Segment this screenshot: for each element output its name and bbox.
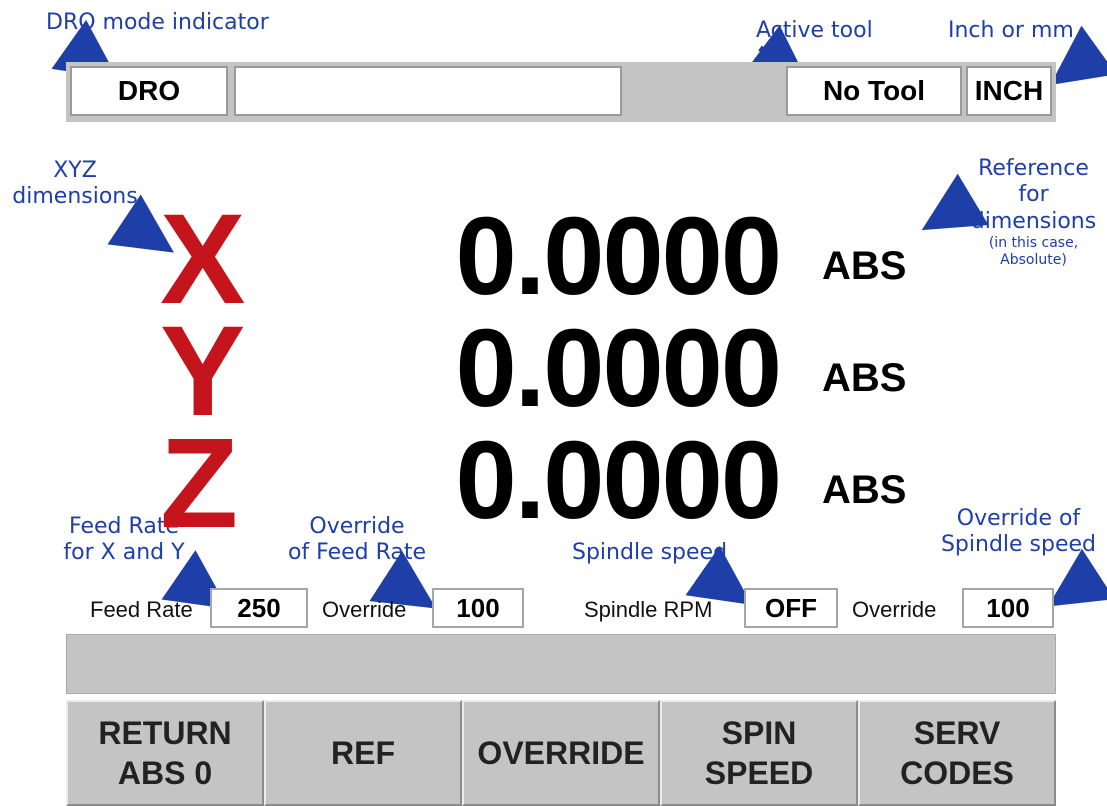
ref-button[interactable]: REF [264, 700, 462, 806]
feed-override-label: Override [322, 597, 407, 622]
axis-z-value: 0.0000 [455, 419, 782, 542]
spindle-override-label: Override [852, 597, 937, 622]
annotation-ref-note1: (in this case, [988, 235, 1079, 252]
spindle-speed-arrow [685, 545, 752, 605]
annotation-spindle-speed: Spindle speed [572, 540, 728, 565]
annotation-ref-line1: Reference [978, 156, 1089, 181]
active-tool-display: No Tool [786, 66, 962, 116]
annotation-xyz-line2: dimensions [12, 184, 138, 210]
softkey-label: SERV [913, 715, 1001, 751]
softkey-label: SPIN [721, 715, 797, 751]
feed-override-value: 100 [432, 588, 524, 628]
softkey-label: OVERRIDE [477, 735, 645, 771]
axis-x-reference: ABS [822, 244, 907, 288]
softkey-label: RETURN [98, 715, 232, 751]
annotation-override-feed-line2: of Feed Rate [287, 540, 427, 566]
softkey-row: RETURN ABS 0 REF OVERRIDE SPIN SPEED SER… [66, 700, 1056, 806]
softkey-label: SPEED [704, 755, 814, 791]
axis-x-value: 0.0000 [455, 195, 782, 318]
annotation-ref-line3: dimensions [970, 208, 1097, 234]
axis-y-reference: ABS [822, 356, 907, 400]
softkey-label: REF [331, 735, 395, 771]
axis-z-label: Z [160, 412, 239, 555]
spindle-rpm-value: OFF [744, 588, 838, 628]
annotation-dro-mode: DRO mode indicator [46, 10, 269, 35]
annotation-xyz-line1: XYZ [53, 158, 97, 183]
annotation-override-spindle-line2: Spindle speed [940, 532, 1097, 558]
annotation-active-tool: Active tool [756, 18, 873, 43]
message-bar [66, 634, 1056, 694]
annotation-ref-line2: for [1018, 182, 1049, 208]
axis-z-reference: ABS [822, 468, 907, 512]
spin-speed-button[interactable]: SPIN SPEED [660, 700, 858, 806]
units-indicator: INCH [966, 66, 1052, 116]
annotation-override-spindle: Override of Spindle speed [930, 506, 1107, 559]
status-bar: DRO No Tool INCH [66, 62, 1056, 122]
spindle-rpm-label: Spindle RPM [584, 597, 713, 622]
softkey-label: CODES [900, 755, 1014, 791]
inch-mm-arrow [1050, 25, 1107, 86]
annotation-xyz: XYZ dimensions [0, 158, 150, 211]
annotation-override-spindle-line1: Override of [956, 506, 1081, 531]
annotation-reference: Reference for dimensions (in this case, … [960, 156, 1107, 269]
annotation-ref-note2: Absolute) [1000, 251, 1067, 268]
override-button[interactable]: OVERRIDE [462, 700, 660, 806]
override-spindle-arrow [1047, 548, 1107, 607]
spindle-override-value: 100 [962, 588, 1054, 628]
feed-rate-value: 250 [210, 588, 308, 628]
softkey-label: ABS 0 [117, 755, 213, 791]
xyz-arrow [107, 194, 174, 253]
status-message-box [234, 66, 622, 116]
axis-y-value: 0.0000 [455, 307, 782, 430]
feed-rate-label: Feed Rate [90, 597, 193, 622]
return-abs-zero-button[interactable]: RETURN ABS 0 [66, 700, 264, 806]
dro-mode-indicator: DRO [70, 66, 228, 116]
annotation-inch-mm: Inch or mm [948, 18, 1074, 43]
serv-codes-button[interactable]: SERV CODES [858, 700, 1056, 806]
